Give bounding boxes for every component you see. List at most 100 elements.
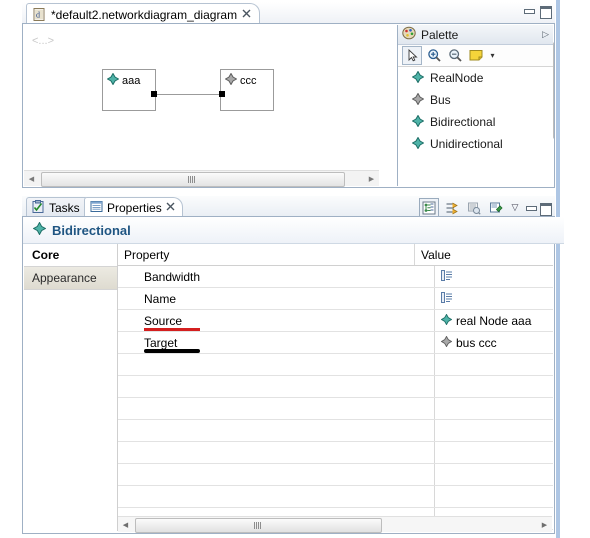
minimize-icon[interactable]	[525, 203, 537, 213]
note-dropdown-button[interactable]: ▾	[488, 47, 497, 64]
diagram-node-ccc[interactable]: ccc	[220, 69, 274, 111]
scroll-thumb[interactable]	[41, 172, 345, 187]
property-label: Target	[144, 335, 178, 350]
table-row[interactable]	[118, 420, 553, 442]
palette-item-realnode[interactable]: RealNode	[398, 67, 553, 89]
palette-item-unidirectional[interactable]: Unidirectional	[398, 133, 553, 155]
cell-property[interactable]: Name	[118, 288, 435, 309]
show-categories-button[interactable]	[419, 198, 439, 217]
table-row[interactable]	[118, 354, 553, 376]
table-row[interactable]: Source real Node aaa	[118, 310, 553, 332]
cell-value[interactable]	[435, 376, 553, 397]
chevron-right-icon[interactable]: ▷	[542, 29, 549, 40]
cell-value[interactable]	[435, 486, 553, 507]
connection-anchor-target[interactable]	[219, 91, 225, 97]
node-label: aaa	[122, 74, 141, 87]
node-diamond-icon	[440, 313, 453, 328]
note-tool-button[interactable]	[467, 47, 485, 64]
cell-property[interactable]: Source	[118, 310, 435, 331]
text-edit-icon	[441, 291, 453, 306]
zoom-out-tool-button[interactable]	[446, 47, 464, 64]
node-diamond-icon	[411, 113, 425, 130]
left-edge	[18, 0, 21, 538]
cell-property[interactable]	[118, 376, 435, 397]
column-header-value[interactable]: Value	[415, 244, 553, 265]
table-row[interactable]	[118, 486, 553, 508]
cell-property[interactable]: Bandwidth	[118, 266, 435, 287]
editor-tab-networkdiagram[interactable]: d *default2.networkdiagram_diagram	[26, 3, 261, 25]
table-row[interactable]	[118, 376, 553, 398]
palette-panel: Palette ▷ ▾ RealNode Bus Bidirectional U…	[397, 25, 553, 186]
editor-tab-label: *default2.networkdiagram_diagram	[51, 7, 238, 22]
palette-icon	[402, 26, 416, 43]
scroll-right-arrow[interactable]: ▶	[364, 171, 379, 186]
palette-item-label: Bus	[430, 93, 451, 107]
tab-properties[interactable]: Properties	[84, 197, 183, 218]
properties-horizontal-scrollbar[interactable]: ◀ ▶	[118, 516, 552, 533]
table-row[interactable]: Bandwidth	[118, 266, 553, 288]
tab-label: Properties	[107, 201, 162, 215]
properties-title-bar: Bidirectional	[23, 217, 564, 244]
minimize-icon[interactable]	[523, 6, 535, 16]
scroll-left-arrow[interactable]: ◀	[24, 171, 39, 186]
property-label: Bandwidth	[144, 269, 201, 284]
table-row[interactable]: Target bus ccc	[118, 332, 553, 354]
cell-property[interactable]	[118, 420, 435, 441]
connection-anchor-source[interactable]	[151, 91, 157, 97]
table-row[interactable]	[118, 464, 553, 486]
diagram-connection[interactable]	[154, 94, 222, 95]
palette-item-bus[interactable]: Bus	[398, 89, 553, 111]
editor-horizontal-scrollbar[interactable]: ◀ ▶	[24, 170, 379, 187]
cell-value[interactable]: real Node aaa	[435, 310, 553, 331]
diagram-editor-part: d *default2.networkdiagram_diagram <...>	[22, 2, 555, 188]
cell-value[interactable]	[435, 442, 553, 463]
cell-property[interactable]	[118, 464, 435, 485]
cell-value[interactable]	[435, 420, 553, 441]
properties-icon	[90, 200, 103, 216]
chevron-down-icon: ▾	[490, 51, 495, 60]
cell-property[interactable]	[118, 354, 435, 375]
maximize-icon[interactable]	[540, 202, 552, 216]
cell-value[interactable]	[435, 266, 553, 287]
table-header-row: Property Value	[118, 244, 553, 266]
canvas-placeholder-label: <...>	[32, 35, 55, 47]
table-row[interactable]: Name	[118, 288, 553, 310]
close-icon[interactable]	[166, 202, 175, 214]
pin-properties-button[interactable]	[487, 199, 505, 216]
side-tab-appearance[interactable]: Appearance	[24, 267, 117, 290]
cell-property[interactable]	[118, 442, 435, 463]
cell-property[interactable]	[118, 486, 435, 507]
select-tool-button[interactable]	[402, 46, 422, 65]
tasks-icon	[32, 200, 45, 216]
palette-item-label: Unidirectional	[430, 137, 503, 151]
tab-label: Tasks	[49, 201, 80, 215]
tab-tasks[interactable]: Tasks	[26, 197, 88, 218]
node-diamond-icon	[224, 72, 238, 88]
table-row[interactable]	[118, 398, 553, 420]
cell-value[interactable]	[435, 398, 553, 419]
cell-value[interactable]	[435, 464, 553, 485]
table-row[interactable]	[118, 442, 553, 464]
value-label: real Node aaa	[456, 313, 532, 328]
restore-defaults-button[interactable]	[465, 199, 483, 216]
side-tab-core[interactable]: Core	[24, 244, 117, 267]
scroll-thumb[interactable]	[135, 518, 382, 533]
cell-value[interactable]	[435, 354, 553, 375]
cell-property[interactable]: Target	[118, 332, 435, 353]
cell-property[interactable]	[118, 398, 435, 419]
close-icon[interactable]	[242, 9, 251, 21]
zoom-in-tool-button[interactable]	[425, 47, 443, 64]
cell-value[interactable]	[435, 288, 553, 309]
maximize-icon[interactable]	[540, 6, 552, 19]
text-edit-icon	[441, 269, 453, 284]
diagram-canvas[interactable]: <...> aaa ccc	[24, 25, 379, 170]
column-header-property[interactable]: Property	[118, 244, 415, 265]
view-menu-button[interactable]: ▽	[509, 199, 521, 216]
scroll-left-arrow[interactable]: ◀	[118, 517, 133, 532]
palette-item-bidirectional[interactable]: Bidirectional	[398, 111, 553, 133]
diagram-node-aaa[interactable]: aaa	[102, 69, 156, 111]
editor-body: <...> aaa ccc ◀ ▶ Palette ▷ ▾ RealNode B…	[22, 23, 555, 188]
cell-value[interactable]: bus ccc	[435, 332, 553, 353]
scroll-right-arrow[interactable]: ▶	[537, 517, 552, 532]
sort-filter-button[interactable]	[443, 199, 461, 216]
